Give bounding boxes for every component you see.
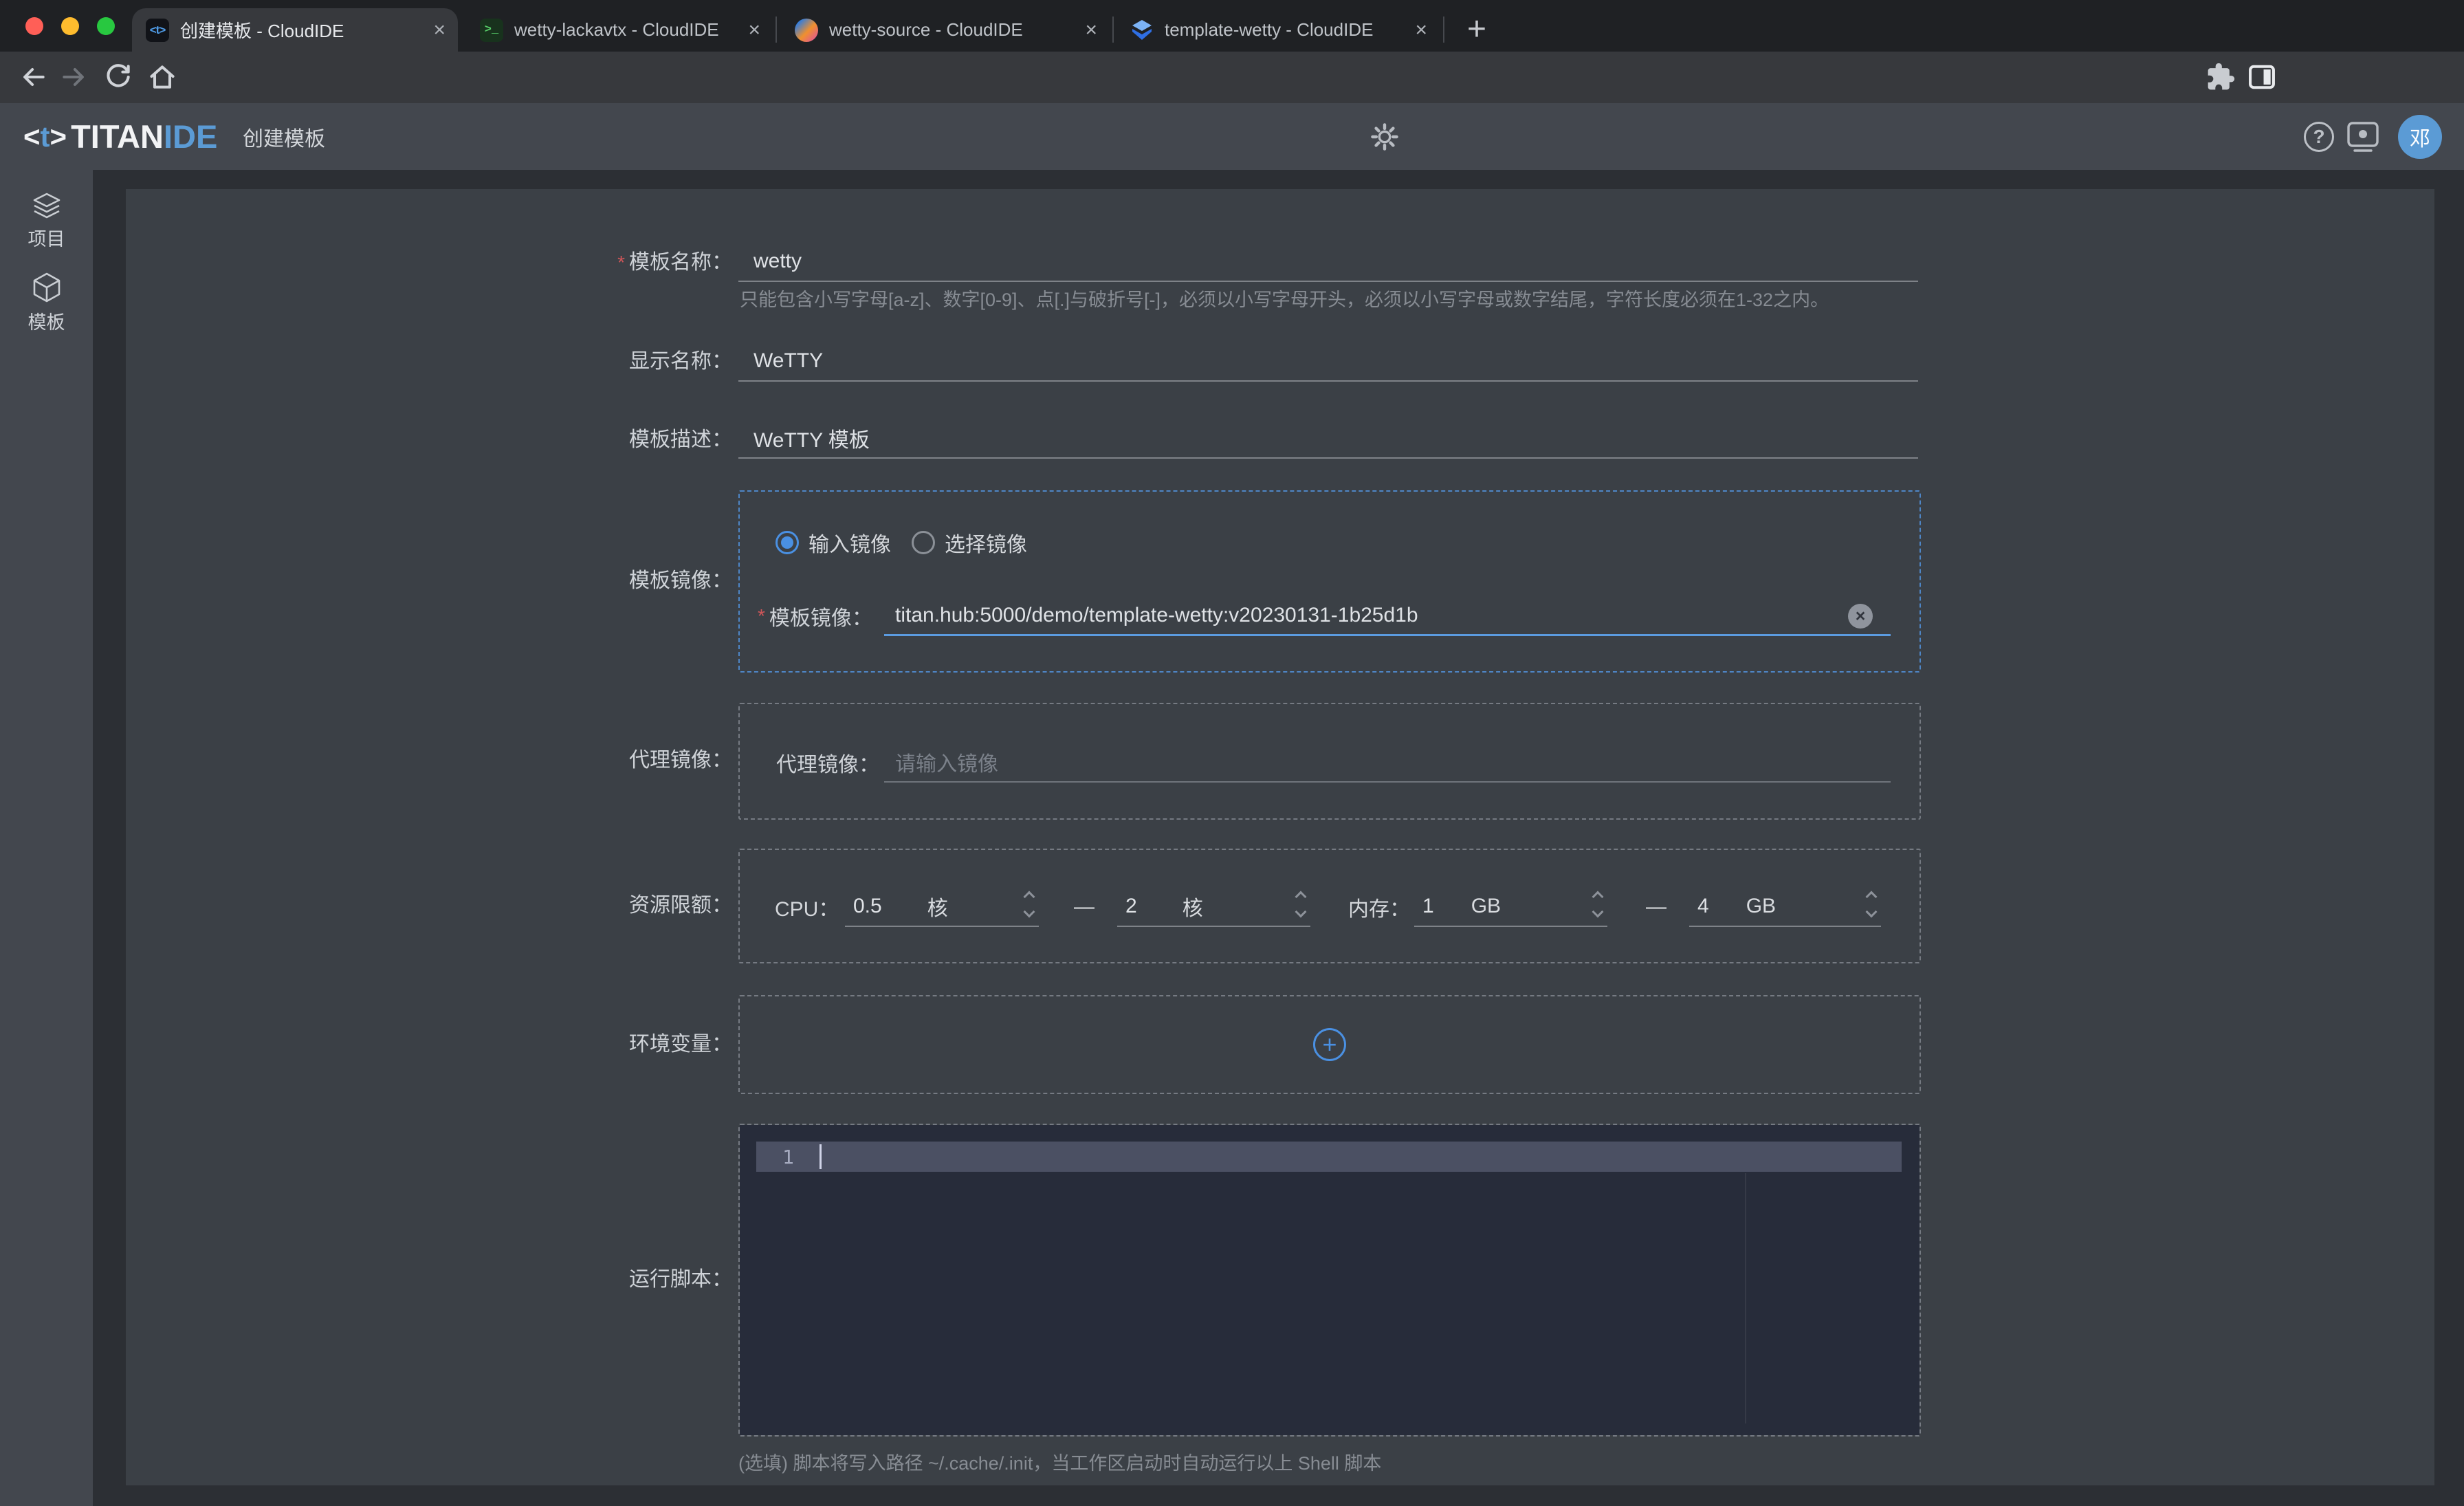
display-name-input[interactable]: WeTTY	[738, 342, 1918, 382]
stepper-up-icon[interactable]	[1024, 891, 1035, 903]
resource-quota-box: CPU： 0.5 核 — 2 核 内存： 1 GB — 4 GB	[738, 849, 1921, 963]
env-vars-label: 环境变量：	[485, 1029, 732, 1060]
cpu-label: CPU：	[775, 887, 839, 927]
traffic-zoom-icon[interactable]	[97, 17, 115, 35]
image-inner-label-row: * 模板镜像：	[758, 596, 872, 636]
stepper-up-icon[interactable]	[1866, 891, 1878, 903]
add-env-var-button[interactable]: +	[1313, 1028, 1346, 1061]
stepper-up-icon[interactable]	[1592, 891, 1604, 903]
tab-close-icon[interactable]: ×	[433, 20, 446, 41]
tab-title: 创建模板 - CloudIDE	[180, 17, 424, 43]
radio-select-image[interactable]	[912, 531, 935, 554]
stepper-down-icon[interactable]	[1592, 906, 1604, 918]
proxy-inner-label: 代理镜像：	[776, 743, 879, 783]
traffic-minimize-icon[interactable]	[61, 17, 79, 35]
browser-tab-wetty-source[interactable]: wetty-source - CloudIDE ×	[781, 8, 1110, 52]
tab-title: wetty-lackavtx - CloudIDE	[514, 19, 738, 41]
template-name-hint: 只能包含小写字母[a-z]、数字[0-9]、点[.]与破折号[-]，必须以小写字…	[740, 285, 1829, 312]
stepper-down-icon[interactable]	[1866, 906, 1878, 918]
cpu-max-stepper[interactable]: 2 核	[1117, 887, 1310, 927]
editor-current-line: 1	[756, 1142, 1902, 1172]
cube-icon	[31, 272, 63, 303]
browser-toolbar: go.titanide.cn/ide/web/workspace/templat…	[0, 52, 2464, 103]
tab-close-icon[interactable]: ×	[1415, 20, 1427, 41]
resource-quota-label: 资源限额：	[485, 891, 732, 921]
proxy-image-input[interactable]: 请输入镜像	[884, 743, 1891, 783]
settings-gear-icon[interactable]	[1364, 103, 1405, 170]
env-vars-box: +	[738, 995, 1921, 1094]
tab-separator	[1112, 17, 1114, 43]
template-name-label: *模板名称：	[485, 248, 732, 278]
mem-min-stepper[interactable]: 1 GB	[1414, 887, 1607, 927]
tab-title: template-wetty - CloudIDE	[1165, 19, 1405, 41]
terminal-favicon-icon: >_	[480, 19, 503, 42]
logo-titan: TITAN	[71, 118, 164, 155]
screen: <t> 创建模板 - CloudIDE × >_ wetty-lackavtx …	[0, 0, 2464, 1506]
home-icon[interactable]	[147, 62, 177, 92]
editor-column-ruler	[1745, 1173, 1746, 1423]
radio-input-image[interactable]	[776, 531, 799, 554]
script-code-editor[interactable]: 1	[740, 1125, 1920, 1435]
user-avatar[interactable]: 邓	[2397, 103, 2443, 170]
console-monitor-icon[interactable]	[2343, 103, 2383, 170]
proxy-image-label: 代理镜像：	[485, 745, 732, 776]
mem-max-stepper[interactable]: 4 GB	[1689, 887, 1881, 927]
help-icon[interactable]: ?	[2302, 103, 2336, 170]
template-image-box: 输入镜像 选择镜像 * 模板镜像： titan.hub:5000/demo/te…	[738, 490, 1921, 673]
browser-tab-strip: <t> 创建模板 - CloudIDE × >_ wetty-lackavtx …	[0, 0, 2464, 52]
run-script-hint: (选填) 脚本将写入路径 ~/.cache/.init，当工作区启动时自动运行以…	[738, 1448, 1381, 1475]
sidebar-item-projects[interactable]: 项目	[0, 193, 93, 251]
stepper-down-icon[interactable]	[1295, 906, 1307, 918]
extensions-puzzle-icon[interactable]	[2206, 62, 2236, 92]
template-desc-input[interactable]: WeTTY 模板	[738, 419, 1918, 459]
traffic-close-icon[interactable]	[25, 17, 43, 35]
tab-separator	[1443, 17, 1444, 43]
browser-tab-wetty-lackavtx[interactable]: >_ wetty-lackavtx - CloudIDE ×	[466, 8, 773, 52]
tab-close-icon[interactable]: ×	[1085, 20, 1097, 41]
display-name-label: 显示名称：	[485, 347, 732, 377]
template-image-label: 模板镜像：	[485, 566, 732, 596]
sidebar-item-templates[interactable]: 模板	[0, 272, 93, 334]
titanide-favicon-icon: <t>	[146, 19, 169, 42]
logo-ide: IDE	[164, 118, 217, 155]
ide-favicon-icon	[795, 19, 818, 42]
radio-input-image-label[interactable]: 输入镜像	[808, 527, 891, 558]
line-number: 1	[782, 1146, 794, 1168]
reload-icon[interactable]	[103, 62, 133, 92]
clear-input-icon[interactable]: ×	[1848, 604, 1873, 629]
forward-icon[interactable]	[59, 62, 89, 92]
memory-label: 内存：	[1348, 887, 1410, 927]
new-tab-button[interactable]: +	[1456, 8, 1497, 50]
tab-close-icon[interactable]: ×	[748, 20, 760, 41]
range-dash: —	[1636, 887, 1677, 927]
template-desc-label: 模板描述：	[485, 425, 732, 455]
browser-tab-template-wetty[interactable]: template-wetty - CloudIDE ×	[1116, 8, 1440, 52]
cpu-min-stepper[interactable]: 0.5 核	[845, 887, 1039, 927]
app-sidebar: 项目 模板	[0, 170, 93, 1506]
app-header: <t> TITANIDE 创建模板 titan-dev ?	[0, 103, 2464, 170]
tab-separator	[776, 17, 777, 43]
run-script-label: 运行脚本：	[485, 1265, 732, 1295]
radio-select-image-label[interactable]: 选择镜像	[945, 527, 1027, 558]
run-script-box: 1	[738, 1124, 1921, 1437]
template-name-input[interactable]: wetty	[738, 242, 1918, 282]
range-dash: —	[1064, 887, 1105, 927]
tab-title: wetty-source - CloudIDE	[829, 19, 1075, 41]
titanide-logo[interactable]: <t> TITANIDE	[23, 103, 217, 170]
back-icon[interactable]	[18, 62, 48, 92]
layers-icon	[31, 193, 63, 220]
editor-cursor	[820, 1144, 822, 1169]
template-image-input[interactable]: titan.hub:5000/demo/template-wetty:v2023…	[884, 596, 1891, 636]
stepper-up-icon[interactable]	[1295, 891, 1307, 903]
proxy-image-box: 代理镜像： 请输入镜像	[738, 703, 1921, 820]
stepper-down-icon[interactable]	[1024, 906, 1035, 918]
browser-tab-create-template[interactable]: <t> 创建模板 - CloudIDE ×	[132, 8, 458, 52]
side-panel-icon[interactable]	[2247, 62, 2277, 92]
diamond-favicon-icon	[1130, 19, 1154, 42]
page-title: 创建模板	[243, 103, 325, 170]
